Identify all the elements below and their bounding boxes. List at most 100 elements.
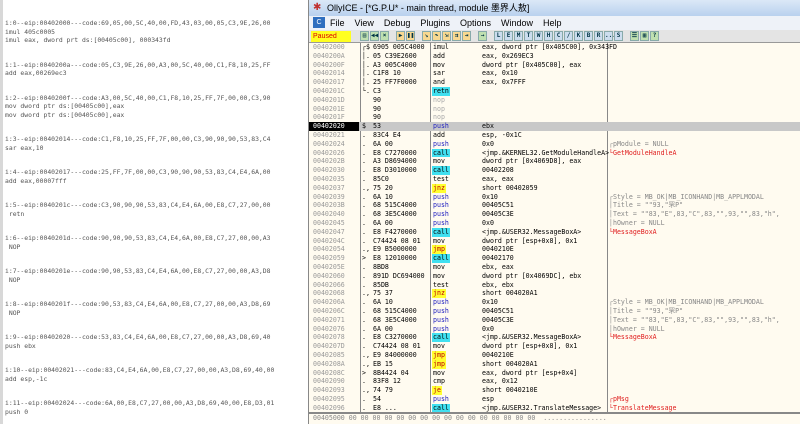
operands: 0x10 (482, 298, 498, 307)
menu-view[interactable]: View (350, 16, 379, 30)
disasm-row[interactable]: 0040201D 90 nop (309, 95, 800, 105)
hex-bytes: E8 12010000 (373, 254, 417, 263)
disasm-row[interactable]: 00402096. E8 ... call <jmp.&USER32.Translat… (309, 403, 800, 412)
mnemonic: push (433, 192, 449, 201)
hex-bytes: C1F8 10 (373, 69, 401, 78)
window-button[interactable]: L (494, 31, 503, 41)
disasm-row[interactable]: 0040203B. 68 515C4000 push 00405C51 │Title =… (309, 201, 800, 211)
menu-help[interactable]: Help (538, 16, 567, 30)
disasm-row[interactable]: 0040205E. 8BD8 mov ebx, eax (309, 263, 800, 272)
operands: dword ptr [0x4069D8], eax (482, 157, 582, 166)
step-over-button[interactable]: ↷ (432, 31, 441, 41)
window-button[interactable]: C (554, 31, 563, 41)
disasm-row[interactable]: 00402068., 75 37 jnz short 004020A1 (309, 289, 800, 299)
disasm-row[interactable]: 00402066. 85DB test ebx, ebx (309, 280, 800, 290)
operands: 00405C51 (482, 201, 514, 210)
menu-debug[interactable]: Debug (379, 16, 416, 30)
disasm-row[interactable]: 00402076. 6A 00 push 0x0 │hOwner = NULL (309, 324, 800, 334)
flow-mark: │. (362, 69, 370, 78)
help-icon[interactable]: ? (650, 31, 659, 41)
menu-plugins[interactable]: Plugins (415, 16, 455, 30)
disasm-row[interactable]: 0040208A., EB 15 jmp short 004020A1 (309, 359, 800, 369)
disasm-row[interactable]: 00402059 > E8 12010000 call 00402170 (309, 254, 800, 263)
disasm-row[interactable]: 0040206A. 6A 10 push 0x10 ┌Style = MB_OK|MB_… (309, 298, 800, 307)
goto-button[interactable]: → (478, 31, 487, 41)
operands: 00402170 (482, 254, 514, 263)
disasm-row[interactable]: 0040207D. C74424 08 01 mov dword ptr [esp+0… (309, 342, 800, 351)
close-button[interactable]: × (380, 31, 389, 41)
window-button[interactable]: K (574, 31, 583, 41)
window-button[interactable]: T (524, 31, 533, 41)
disasm-row[interactable]: 00402030. E8 D3010000 call 00402208 (309, 166, 800, 175)
window-button[interactable]: W (534, 31, 543, 41)
disasm-row[interactable]: 00402071. 68 3E5C4000 push 00405C3E │Text = … (309, 315, 800, 325)
disasm-row[interactable]: 00402017 │. 25 FF7F0000 and eax, 0x7FFF (309, 78, 800, 87)
step-into-button[interactable]: ↘ (422, 31, 431, 41)
log-instruction: mov dword ptr ds:[00405c00],eax (5, 102, 125, 110)
operands: 0x0 (482, 219, 494, 227)
disasm-row[interactable]: 00402095. 54 push esp ┌pMsg (309, 395, 800, 404)
disasm-row[interactable]: 00402021. 83C4 E4 add esp, -0x1C (309, 131, 800, 140)
address: 00402026 (309, 148, 359, 158)
list-icon[interactable]: ☰ (630, 31, 639, 41)
log-entry: i:8--eip:0040201f---code:90,53,83,C4,E4,… (5, 300, 306, 317)
disasm-row[interactable]: 0040204C. C74424 08 01 mov dword ptr [esp+0… (309, 236, 800, 246)
disasm-row[interactable]: 00402039. 6A 10 push 0x10 ┌Style = MB_OK|MB_… (309, 192, 800, 202)
window-button[interactable]: S (614, 31, 623, 41)
disasm-row[interactable]: 0040202B. A3 D8694000 mov dword ptr [0x4069… (309, 157, 800, 167)
mnemonic: jmp (432, 245, 446, 255)
disasm-row[interactable]: 00402000 ┌$ 6905 005C4000 imul eax, dword pt… (309, 43, 800, 52)
window-button[interactable]: E (504, 31, 513, 41)
disasm-row[interactable]: 00402045. 6A 00 push 0x0 │hOwner = NULL (309, 219, 800, 228)
pause-button[interactable]: ❚❚ (406, 31, 415, 41)
disasm-row[interactable]: 00402047. E8 F4270000 call <jmp.&USER32.Mes… (309, 227, 800, 237)
menu-options[interactable]: Options (455, 16, 496, 30)
flow-mark: ., (362, 183, 370, 192)
mnemonic: nop (433, 95, 445, 104)
disasm-row[interactable]: 0040208C >8B4424 04 mov eax, dword ptr [esp… (309, 368, 800, 378)
disasm-row[interactable]: 00402037., 75 20 jnz short 00402059 (309, 183, 800, 193)
disasm-row[interactable]: 00402014 │. C1F8 10 sar eax, 0x10 (309, 69, 800, 79)
disassembly-pane[interactable]: 00402000 ┌$ 6905 005C4000 imul eax, dword pt… (309, 43, 800, 412)
restart-button[interactable]: ◀◀ (370, 31, 379, 41)
disasm-row[interactable]: 00402020 $53 push ebx (309, 122, 800, 131)
disasm-row[interactable]: 00402093., 74 79 je short 0040210E (309, 386, 800, 395)
address: 0040206A (309, 298, 359, 307)
window-button[interactable]: / (564, 31, 573, 41)
disasm-row[interactable]: 00402085., E9 84000000 jmp 0040210E (309, 351, 800, 360)
menu-window[interactable]: Window (496, 16, 538, 30)
disasm-row[interactable]: 00402035. 85C0 test eax, eax (309, 175, 800, 184)
open-button[interactable]: ▤ (360, 31, 369, 41)
window-button[interactable]: R (594, 31, 603, 41)
disasm-row[interactable]: 0040200A │. 05 C39E2600 add eax, 0x269EC3 (309, 51, 800, 61)
window-button[interactable]: ... (604, 31, 616, 41)
disasm-row[interactable]: 00402040. 68 3E5C4000 push 00405C3E │Text = … (309, 210, 800, 219)
execute-till-return-button[interactable]: ⇥ (462, 31, 471, 41)
window-button[interactable]: M (514, 31, 523, 41)
disasm-row[interactable]: 0040206C. 68 515C4000 push 00405C51 │Title =… (309, 307, 800, 316)
log-instruction: retn (5, 209, 25, 218)
disasm-row[interactable]: 00402026. E8 C7270000 call <jmp.&KERNEL32.G… (309, 148, 800, 158)
disasm-row[interactable]: 00402060. 891D DC694000 mov dword ptr [0x40… (309, 271, 800, 281)
disasm-row[interactable]: 0040201C └. C3 retn (309, 87, 800, 96)
menu-file[interactable]: File (325, 16, 350, 30)
disasm-row[interactable]: 0040201E 90 nop (309, 104, 800, 114)
disasm-row[interactable]: 00402090. 83F8 12 cmp eax, 0x12 (309, 377, 800, 387)
run-button[interactable]: ▶ (396, 31, 405, 41)
system-menu-icon[interactable]: C (313, 17, 325, 28)
operands: short 004020A1 (482, 359, 538, 368)
disasm-row[interactable]: 00402024. 6A 00 push 0x0 ┌pModule = NULL (309, 139, 800, 149)
address: 00402071 (309, 315, 359, 325)
trace-over-button[interactable]: ⇉ (452, 31, 461, 41)
disasm-row[interactable]: 00402078. E8 C3270000 call <jmp.&USER32.Mes… (309, 333, 800, 343)
disasm-row[interactable]: 00402054., E9 B5000000 jmp 0040210E (309, 245, 800, 255)
operands: eax, 0x269EC3 (482, 51, 534, 60)
window-button[interactable]: B (584, 31, 593, 41)
options-icon[interactable]: ▦ (640, 31, 649, 41)
disasm-row[interactable]: 0040200F │. A3 005C4000 mov dword ptr [0x405… (309, 60, 800, 70)
trace-into-button[interactable]: ⇲ (442, 31, 451, 41)
flow-mark: . (362, 377, 366, 386)
window-button[interactable]: H (544, 31, 553, 41)
dump-pane[interactable]: 00405000 00 00 00 00 00 00 00 00 00 00 0… (309, 412, 800, 424)
disasm-row[interactable]: 0040201F 90 nop (309, 113, 800, 123)
